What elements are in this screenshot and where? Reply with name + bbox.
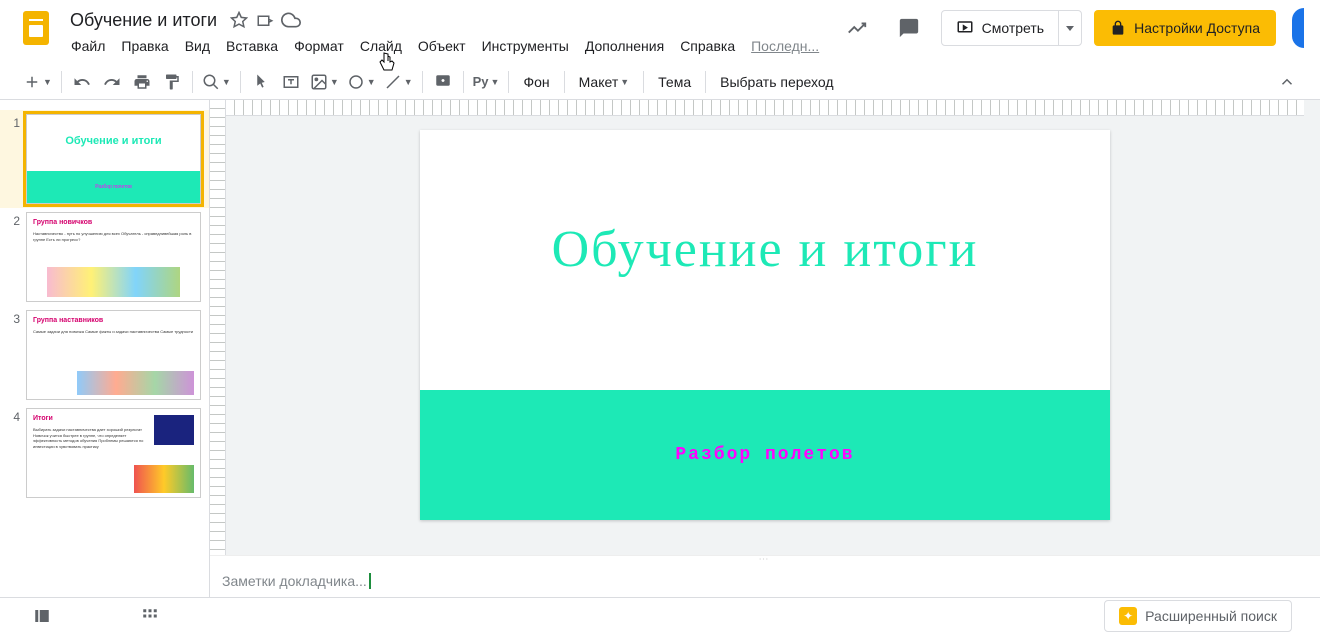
zoom-button[interactable]: ▼ [199,68,234,96]
slides-logo[interactable] [16,8,56,48]
canvas-wrap: Обучение и итоги Разбор полетов ⋯ Заметк… [210,100,1320,633]
slide-subtitle[interactable]: Разбор полетов [675,445,854,465]
menu-bar: Файл Правка Вид Вставка Формат Слайд Объ… [64,34,837,58]
menu-insert[interactable]: Вставка [219,34,285,58]
toolbar: ▼ ▼ ▼ ▼ ▼ Py▼ Фон Макет▼ Тема Выбрать пе… [0,64,1320,100]
star-icon[interactable] [229,10,249,30]
notes-cursor [369,573,371,589]
slide-thumb-4[interactable]: 4 Итоги Выбирать задачи наставничества д… [0,404,209,502]
menu-addons[interactable]: Дополнения [578,34,671,58]
share-button[interactable]: Настройки Доступа [1094,10,1276,46]
comments-icon[interactable] [889,8,929,48]
activity-icon[interactable] [837,8,877,48]
move-icon[interactable] [255,10,275,30]
present-dropdown[interactable] [1058,11,1081,45]
filmstrip-view-button[interactable] [28,602,56,630]
canvas-scroll-area[interactable]: Обучение и итоги Разбор полетов [210,100,1320,555]
paint-format-button[interactable] [158,68,186,96]
print-button[interactable] [128,68,156,96]
present-icon [956,19,974,37]
shape-tool[interactable]: ▼ [344,68,379,96]
undo-button[interactable] [68,68,96,96]
filmstrip[interactable]: 1 Обучение и итоги Разбор полетов 2 Груп… [0,100,210,633]
header: Обучение и итоги Файл Правка Вид Вставка… [0,0,1320,64]
present-label: Смотреть [982,20,1044,36]
select-tool[interactable] [247,68,275,96]
explore-icon: ✦ [1119,607,1137,625]
slide-canvas[interactable]: Обучение и итоги Разбор полетов [420,130,1110,520]
notes-placeholder: Заметки докладчика... [222,573,367,589]
chevron-down-icon [1065,23,1075,33]
share-label: Настройки Доступа [1134,20,1260,36]
present-button[interactable]: Смотреть [941,10,1082,46]
cloud-status-icon[interactable] [281,10,301,30]
textbox-tool[interactable] [277,68,305,96]
account-avatar[interactable] [1292,8,1304,48]
footer: ✦ Расширенный поиск [0,597,1320,633]
menu-format[interactable]: Формат [287,34,351,58]
cursor-pointer-icon [378,52,396,72]
slide-thumb-3[interactable]: 3 Группа наставников Самые задачи для но… [0,306,209,404]
comment-tool[interactable] [429,68,457,96]
image-tool[interactable]: ▼ [307,68,342,96]
menu-last-edit[interactable]: Последн... [744,34,826,58]
slide-subtitle-band: Разбор полетов [420,390,1110,520]
explore-label: Расширенный поиск [1145,608,1277,624]
header-right: Смотреть Настройки Доступа [837,8,1304,48]
redo-button[interactable] [98,68,126,96]
layout-button[interactable]: Макет▼ [571,68,638,96]
slide-thumb-1[interactable]: 1 Обучение и итоги Разбор полетов [0,110,209,208]
new-slide-button[interactable]: ▼ [20,68,55,96]
explore-button[interactable]: ✦ Расширенный поиск [1104,600,1292,632]
main-area: 1 Обучение и итоги Разбор полетов 2 Груп… [0,100,1320,633]
lock-icon [1110,20,1126,36]
menu-arrange[interactable]: Объект [411,34,473,58]
grid-view-button[interactable] [136,602,164,630]
menu-tools[interactable]: Инструменты [475,34,576,58]
collapse-toolbar-icon[interactable] [1278,73,1296,91]
menu-edit[interactable]: Правка [114,34,175,58]
doc-title[interactable]: Обучение и итоги [64,8,223,33]
notes-resize-handle[interactable]: ⋯ [210,555,1320,563]
ruler-vertical [210,100,226,555]
slide-thumb-2[interactable]: 2 Группа новичков Наставничество - путь … [0,208,209,306]
menu-help[interactable]: Справка [673,34,742,58]
transition-button[interactable]: Выбрать переход [712,68,841,96]
menu-file[interactable]: Файл [64,34,112,58]
background-button[interactable]: Фон [515,68,557,96]
slide-title[interactable]: Обучение и итоги [420,220,1110,279]
script-button[interactable]: Py▼ [470,68,503,96]
ruler-horizontal [226,100,1304,116]
title-area: Обучение и итоги Файл Правка Вид Вставка… [64,8,837,58]
menu-view[interactable]: Вид [178,34,217,58]
theme-button[interactable]: Тема [650,68,699,96]
